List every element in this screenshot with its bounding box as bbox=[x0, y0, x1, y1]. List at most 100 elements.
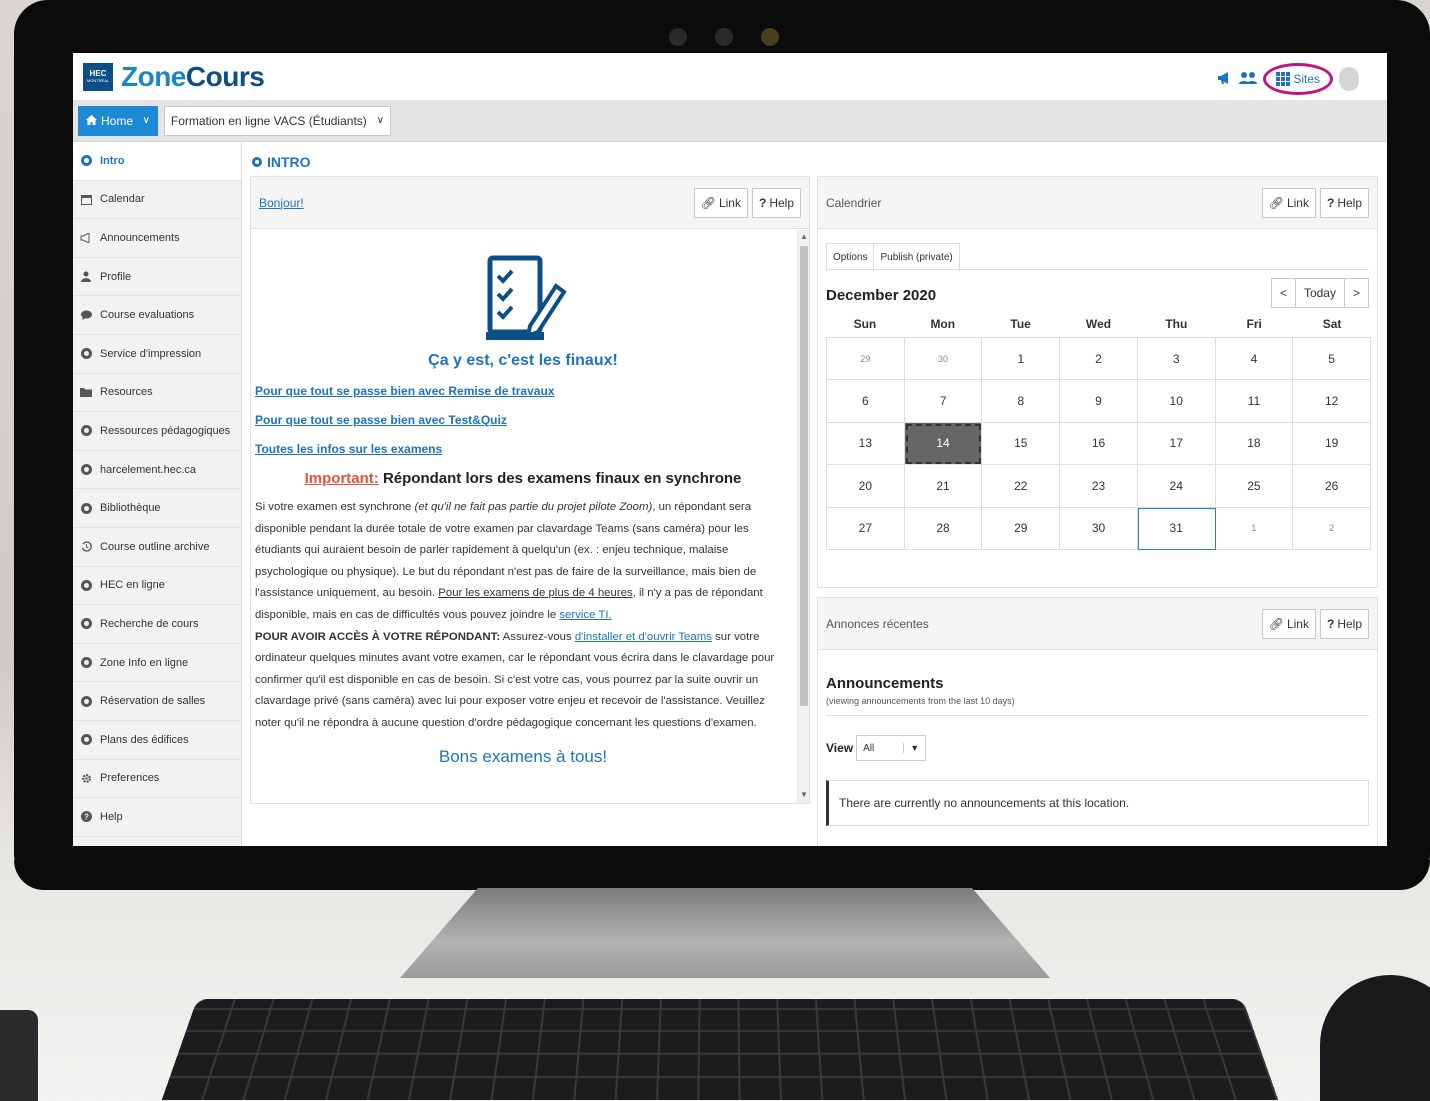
megaphone-icon[interactable] bbox=[1217, 71, 1233, 88]
scroll-thumb[interactable] bbox=[800, 246, 808, 706]
calendar-day-cell[interactable]: 19 bbox=[1293, 422, 1371, 466]
intro-panel-title[interactable]: Bonjour! bbox=[259, 196, 304, 210]
sidebar-item-hec-en-ligne[interactable]: HEC en ligne bbox=[73, 567, 241, 606]
circle-icon bbox=[80, 502, 92, 514]
question-icon: ? bbox=[80, 811, 92, 823]
help-button[interactable]: ? Help bbox=[1319, 187, 1369, 218]
sidebar-item-help[interactable]: ? Help bbox=[73, 798, 241, 837]
calendar-day-cell[interactable]: 5 bbox=[1293, 338, 1371, 381]
prev-month-button[interactable]: < bbox=[1270, 278, 1296, 308]
link-icon: 🔗︎ bbox=[700, 195, 716, 210]
calendar-day-cell[interactable]: 10 bbox=[1137, 380, 1216, 423]
calendar-day-cell[interactable]: 20 bbox=[827, 465, 905, 508]
link-test-quiz[interactable]: Pour que tout se passe bien avec Test&Qu… bbox=[255, 413, 791, 427]
link-button[interactable]: 🔗︎ Link bbox=[693, 187, 748, 218]
sidebar-item-service-d-impression[interactable]: Service d'impression bbox=[73, 335, 241, 374]
calendar-day-cell[interactable]: 16 bbox=[1060, 422, 1138, 466]
sidebar-item-course-evaluations[interactable]: Course evaluations bbox=[73, 296, 241, 335]
scroll-up-icon[interactable]: ▲ bbox=[800, 232, 808, 241]
service-ti-link[interactable]: service TI. bbox=[559, 609, 611, 621]
calendar-day-cell[interactable]: 30 bbox=[1060, 507, 1138, 550]
link-infos-examens[interactable]: Toutes les infos sur les examens bbox=[255, 442, 791, 456]
calendar-day-cell[interactable]: 18 bbox=[1215, 422, 1294, 466]
calendar-day-cell[interactable]: 9 bbox=[1060, 380, 1138, 423]
home-dropdown-button[interactable]: Home ∨ bbox=[78, 105, 158, 136]
calendar-day-cell[interactable]: 4 bbox=[1215, 338, 1294, 381]
calendar-day-cell[interactable]: 30 bbox=[904, 338, 983, 381]
circle-icon bbox=[80, 618, 92, 630]
calendar-day-cell[interactable]: 29 bbox=[827, 338, 905, 381]
tab-publish[interactable]: Publish (private) bbox=[874, 243, 960, 271]
weekday-header: Sun bbox=[853, 317, 877, 331]
site-navbar: Home ∨ Formation en ligne VACS (Étudiant… bbox=[73, 100, 1387, 142]
sidebar-item-plans-des-difices[interactable]: Plans des édifices bbox=[73, 721, 241, 760]
help-label: Help bbox=[1337, 616, 1362, 631]
sidebar-item-resources[interactable]: Resources bbox=[73, 374, 241, 413]
sidebar-item-label: Service d'impression bbox=[100, 347, 202, 360]
sidebar-item-profile[interactable]: Profile bbox=[73, 258, 241, 297]
calendar-day-cell[interactable]: 27 bbox=[827, 507, 905, 550]
sidebar-item-course-outline-archive[interactable]: Course outline archive bbox=[73, 528, 241, 567]
next-month-button[interactable]: > bbox=[1344, 278, 1369, 308]
calendar-day-cell[interactable]: 11 bbox=[1215, 380, 1294, 423]
sidebar-item-intro[interactable]: Intro bbox=[73, 142, 241, 181]
link-button[interactable]: 🔗︎ Link bbox=[1261, 608, 1316, 639]
app-name[interactable]: ZoneCours bbox=[121, 60, 265, 93]
calendar-day-cell[interactable]: 1 bbox=[1215, 507, 1294, 550]
link-remise-travaux[interactable]: Pour que tout se passe bien avec Remise … bbox=[255, 384, 791, 398]
calendar-day-cell[interactable]: 8 bbox=[982, 380, 1061, 423]
scroll-down-icon[interactable]: ▼ bbox=[800, 790, 808, 799]
sites-button[interactable]: Sites bbox=[1263, 63, 1333, 95]
sidebar-item-calendar[interactable]: Calendar bbox=[73, 181, 241, 220]
hec-logo[interactable]: HEC MONTRÉAL bbox=[83, 62, 113, 91]
calendar-day-cell[interactable]: 6 bbox=[827, 380, 905, 423]
comment-icon bbox=[80, 309, 92, 321]
calendar-day-cell[interactable]: 12 bbox=[1293, 380, 1371, 423]
app-name-part1: Zone bbox=[121, 60, 186, 92]
sidebar-item-biblioth-que[interactable]: Bibliothèque bbox=[73, 489, 241, 528]
calendar-day-cell[interactable]: 24 bbox=[1137, 465, 1216, 508]
teams-link[interactable]: d'installer et d'ouvrir Teams bbox=[575, 631, 712, 643]
help-button[interactable]: ? Help bbox=[751, 187, 801, 218]
sidebar-item-r-servation-de-salles[interactable]: Réservation de salles bbox=[73, 682, 241, 721]
sidebar-item-zone-info-en-ligne[interactable]: Zone Info en ligne bbox=[73, 644, 241, 683]
circle-icon bbox=[80, 579, 92, 591]
calendar-day-cell[interactable]: 2 bbox=[1293, 507, 1371, 550]
calendar-day-cell[interactable]: 15 bbox=[982, 422, 1061, 466]
tab-options[interactable]: Options bbox=[826, 243, 875, 271]
site-dropdown-button[interactable]: Formation en ligne VACS (Étudiants) ∨ bbox=[163, 105, 392, 136]
calendar-day-cell[interactable]: 7 bbox=[904, 380, 983, 423]
calendar-day-cell[interactable]: 3 bbox=[1137, 338, 1216, 381]
important-heading: Important: Répondant lors des examens fi… bbox=[255, 470, 791, 487]
user-avatar-icon[interactable] bbox=[1339, 67, 1359, 91]
intro-scrollbar[interactable]: ▲ ▼ bbox=[797, 230, 809, 803]
calendar-day-cell[interactable]: 14 bbox=[904, 422, 983, 466]
calendar-day-cell[interactable]: 31 bbox=[1137, 507, 1216, 550]
calendar-day-cell[interactable]: 13 bbox=[827, 422, 905, 466]
view-select[interactable]: All ▼ bbox=[856, 735, 927, 761]
home-icon bbox=[86, 114, 97, 128]
calendar-panel-header: Calendrier 🔗︎ Link ? Help bbox=[818, 177, 1377, 229]
calendar-day-cell[interactable]: 25 bbox=[1215, 465, 1294, 508]
calendar-day-cell[interactable]: 21 bbox=[904, 465, 983, 508]
calendar-day-cell[interactable]: 29 bbox=[982, 507, 1061, 550]
calendar-day-cell[interactable]: 17 bbox=[1137, 422, 1216, 466]
sidebar-item-preferences[interactable]: Preferences bbox=[73, 760, 241, 799]
calendar-day-cell[interactable]: 2 bbox=[1060, 338, 1138, 381]
users-icon[interactable] bbox=[1239, 71, 1258, 88]
chevron-down-icon: ∨ bbox=[137, 115, 150, 126]
calendar-day-cell[interactable]: 23 bbox=[1060, 465, 1138, 508]
sidebar-item-harcelement-hec-ca[interactable]: harcelement.hec.ca bbox=[73, 451, 241, 490]
sidebar-item-announcements[interactable]: Announcements bbox=[73, 219, 241, 258]
link-button[interactable]: 🔗︎ Link bbox=[1261, 187, 1316, 218]
sidebar-item-label: Help bbox=[100, 810, 123, 823]
calendar-day-cell[interactable]: 22 bbox=[982, 465, 1061, 508]
calendar-day-cell[interactable]: 1 bbox=[982, 338, 1061, 381]
help-button[interactable]: ? Help bbox=[1319, 608, 1369, 639]
sidebar-item-ressources-p-dagogiques[interactable]: Ressources pédagogiques bbox=[73, 412, 241, 451]
calendar-day-cell[interactable]: 26 bbox=[1293, 465, 1371, 508]
app-name-part2: Cours bbox=[185, 60, 265, 92]
calendar-day-cell[interactable]: 28 bbox=[904, 507, 983, 550]
sidebar-item-recherche-de-cours[interactable]: Recherche de cours bbox=[73, 605, 241, 644]
today-button[interactable]: Today bbox=[1295, 278, 1345, 308]
